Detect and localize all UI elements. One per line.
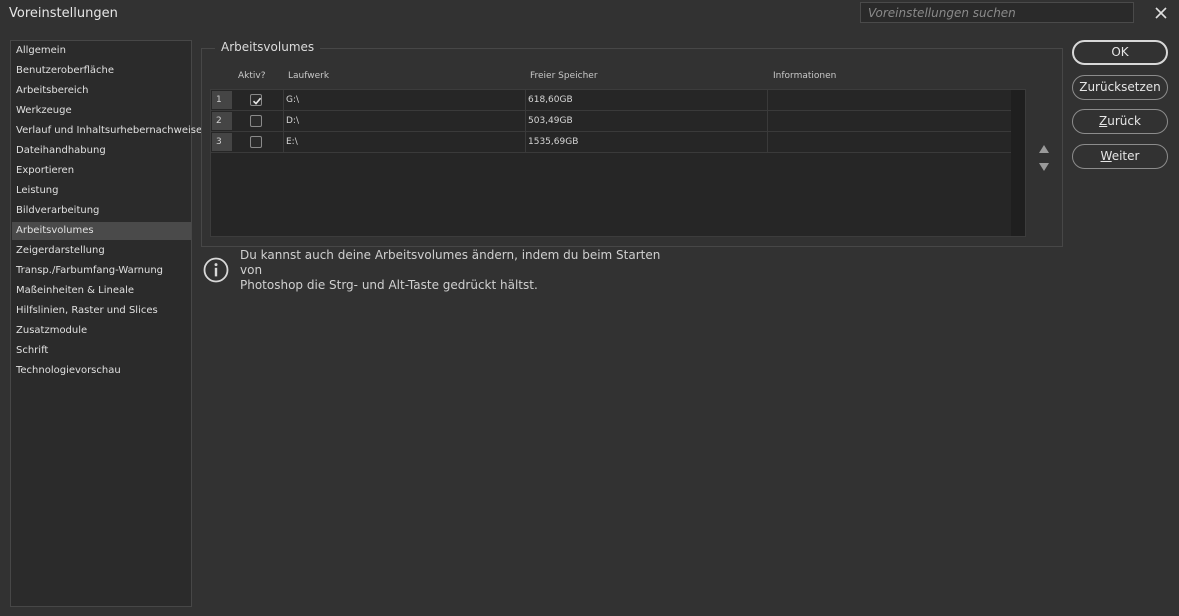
sidebar-item-zusatzmodule[interactable]: Zusatzmodule — [12, 322, 191, 340]
sidebar-item-arbeitsvolumes[interactable]: Arbeitsvolumes — [12, 222, 191, 240]
drive-cell: G:\ — [286, 95, 300, 105]
free-space-cell: 1535,69GB — [528, 137, 579, 147]
free-space-cell: 503,49GB — [528, 116, 573, 126]
sidebar-item-hilfslinien[interactable]: Hilfslinien, Raster und Slices — [12, 302, 191, 320]
row-number: 3 — [212, 133, 232, 151]
row-number: 2 — [212, 112, 232, 130]
active-checkbox[interactable] — [250, 115, 262, 127]
column-divider — [283, 132, 284, 152]
info-line-2: Photoshop die Strg- und Alt-Taste gedrüc… — [240, 278, 538, 292]
drive-cell: E:\ — [286, 137, 298, 147]
sidebar-item-zeigerdarstellung[interactable]: Zeigerdarstellung — [12, 242, 191, 260]
reset-button[interactable]: Zurücksetzen — [1072, 75, 1168, 100]
close-icon[interactable] — [1152, 4, 1170, 22]
info-message: Du kannst auch deine Arbeitsvolumes ände… — [240, 248, 680, 293]
column-header-active: Aktiv? — [238, 71, 266, 81]
move-down-icon[interactable] — [1038, 157, 1050, 171]
sidebar-item-dateihandhabung[interactable]: Dateihandhabung — [12, 142, 191, 160]
table-row[interactable]: 3 E:\ 1535,69GB — [211, 132, 1011, 153]
column-divider — [283, 111, 284, 131]
column-divider — [283, 90, 284, 110]
info-line-1: Du kannst auch deine Arbeitsvolumes ände… — [240, 248, 661, 277]
sidebar-nav: Allgemein Benutzeroberfläche Arbeitsbere… — [10, 40, 202, 607]
table-row[interactable]: 1 G:\ 618,60GB — [211, 90, 1011, 111]
back-button[interactable]: Zurück — [1072, 109, 1168, 134]
column-divider — [767, 111, 768, 131]
column-header-free-space: Freier Speicher — [530, 71, 598, 81]
table-row[interactable]: 2 D:\ 503,49GB — [211, 111, 1011, 132]
drive-cell: D:\ — [286, 116, 299, 126]
sidebar-item-schrift[interactable]: Schrift — [12, 342, 191, 360]
sidebar-item-exportieren[interactable]: Exportieren — [12, 162, 191, 180]
title-bar: Voreinstellungen — [0, 0, 1179, 28]
active-checkbox[interactable] — [250, 136, 262, 148]
sidebar-item-allgemein[interactable]: Allgemein — [12, 42, 191, 60]
column-divider — [767, 90, 768, 110]
sidebar-item-bildverarbeitung[interactable]: Bildverarbeitung — [12, 202, 191, 220]
sidebar-item-technologievorschau[interactable]: Technologievorschau — [12, 362, 191, 380]
row-divider — [211, 152, 1011, 153]
sidebar-item-transparenz[interactable]: Transp./Farbumfang-Warnung — [12, 262, 191, 280]
sidebar-item-werkzeuge[interactable]: Werkzeuge — [12, 102, 191, 120]
sidebar-item-masseinheiten[interactable]: Maßeinheiten & Lineale — [12, 282, 191, 300]
sidebar-item-arbeitsbereich[interactable]: Arbeitsbereich — [12, 82, 191, 100]
move-up-icon[interactable] — [1038, 139, 1050, 153]
preferences-dialog: Voreinstellungen Allgemein Benutzeroberf… — [0, 0, 1179, 616]
active-checkbox[interactable] — [250, 94, 262, 106]
row-number: 1 — [212, 91, 232, 109]
column-divider — [525, 90, 526, 110]
column-header-drive: Laufwerk — [288, 71, 330, 81]
checkmark-icon — [252, 97, 262, 105]
next-button[interactable]: Weiter — [1072, 144, 1168, 169]
group-title: Arbeitsvolumes — [215, 40, 321, 54]
sidebar-item-benutzeroberflaeche[interactable]: Benutzeroberfläche — [12, 62, 191, 80]
column-header-info: Informationen — [773, 71, 837, 81]
sidebar-item-verlauf[interactable]: Verlauf und Inhaltsurhebernachweise — [12, 122, 202, 140]
sidebar-item-leistung[interactable]: Leistung — [12, 182, 191, 200]
search-input[interactable] — [860, 2, 1134, 23]
info-icon — [203, 257, 229, 283]
free-space-cell: 618,60GB — [528, 95, 573, 105]
column-divider — [767, 132, 768, 152]
window-title: Voreinstellungen — [9, 6, 118, 21]
ok-button[interactable]: OK — [1072, 40, 1168, 65]
column-divider — [525, 132, 526, 152]
column-divider — [525, 111, 526, 131]
table-scrollbar[interactable] — [1011, 90, 1025, 236]
